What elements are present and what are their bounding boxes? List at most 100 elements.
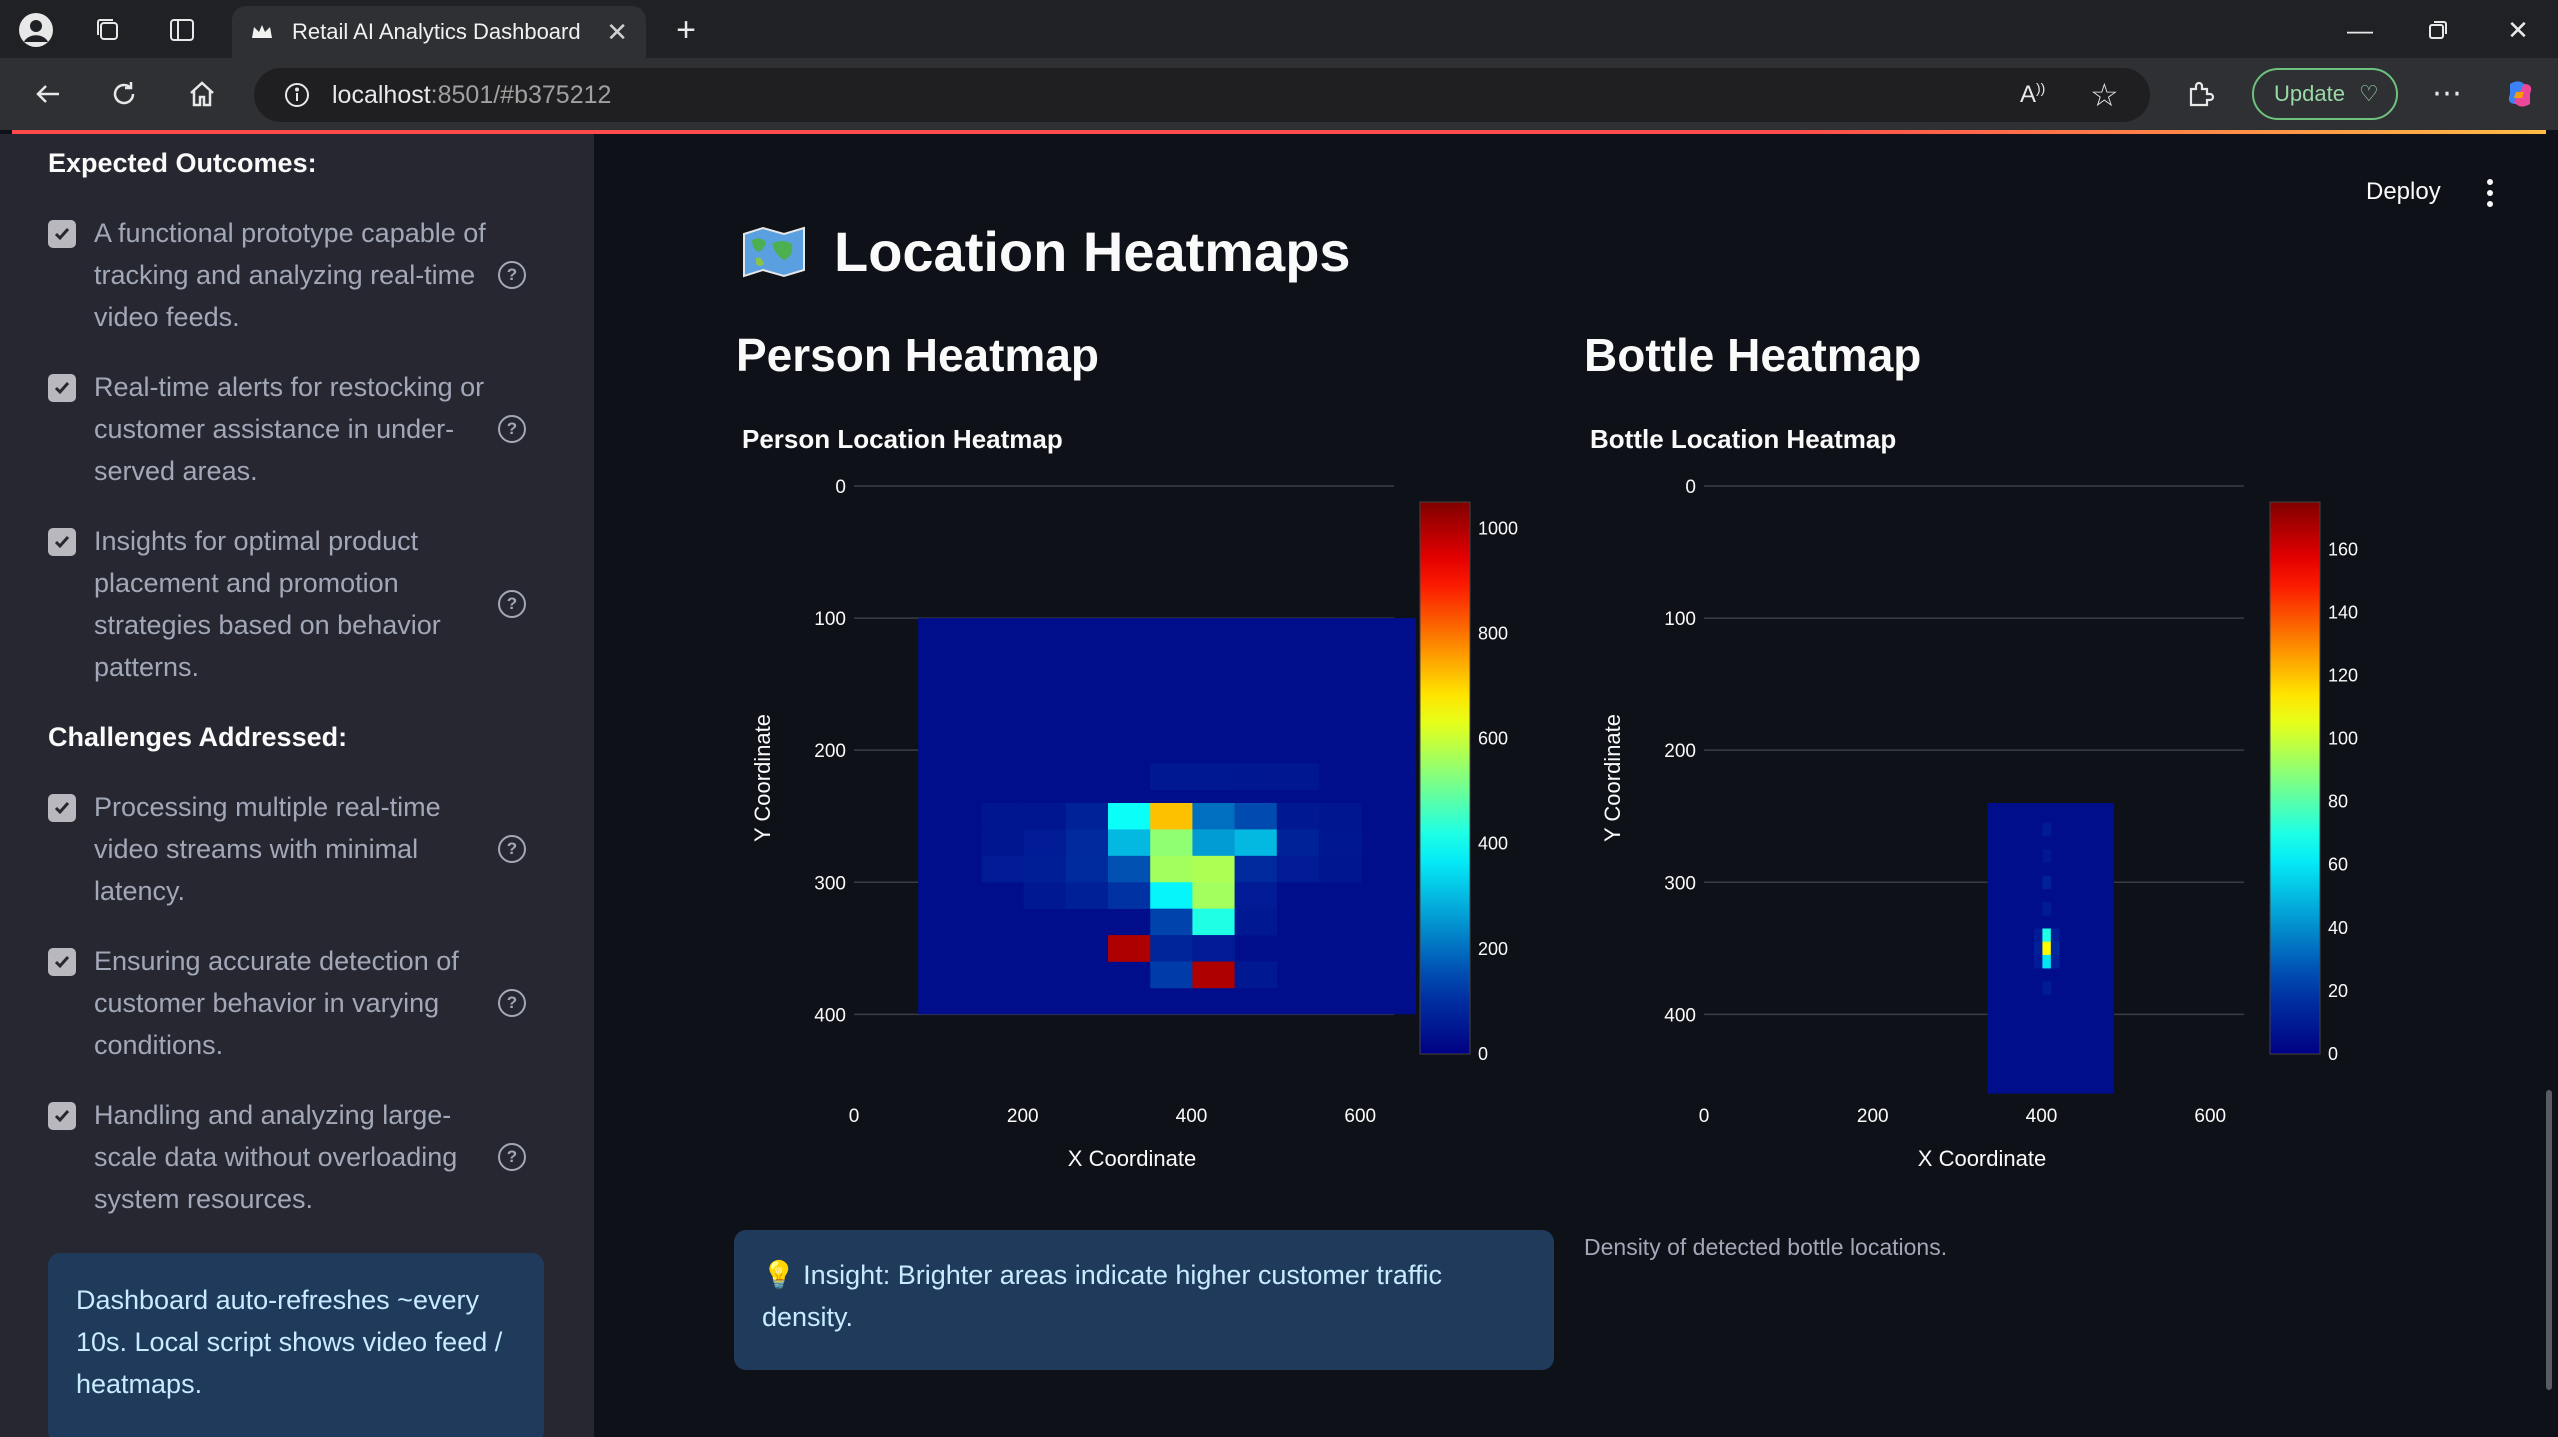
- heatmap-cell: [1234, 961, 1278, 989]
- help-tooltip-icon[interactable]: ?: [498, 261, 526, 289]
- restore-icon[interactable]: [2418, 12, 2458, 48]
- colorbar-tick-label: 60: [2328, 855, 2348, 875]
- help-tooltip-icon[interactable]: ?: [498, 989, 526, 1017]
- profile-avatar-icon[interactable]: [16, 10, 56, 50]
- heatmap-cell: [1192, 855, 1235, 883]
- x-tick-label: 400: [1176, 1106, 1208, 1127]
- minimize-icon[interactable]: —: [2340, 12, 2380, 48]
- heatmap-cell: [1023, 855, 1067, 883]
- close-window-icon[interactable]: ✕: [2498, 12, 2538, 48]
- checkbox[interactable]: [48, 374, 76, 402]
- colorbar-tick-label: 120: [2328, 665, 2358, 685]
- read-aloud-icon[interactable]: A)): [2020, 80, 2045, 109]
- back-icon[interactable]: [28, 74, 68, 114]
- checkbox[interactable]: [48, 948, 76, 976]
- x-tick-label: 200: [1007, 1106, 1039, 1127]
- heatmap-cell: [2042, 849, 2052, 863]
- tab-retail-dashboard[interactable]: Retail AI Analytics Dashboard ✕: [232, 6, 646, 58]
- update-button[interactable]: Update ♡: [2252, 68, 2398, 120]
- heatmap-cell: [2033, 928, 2043, 942]
- x-tick-label: 600: [2194, 1106, 2226, 1127]
- bottle-caption: Density of detected bottle locations.: [1584, 1234, 1948, 1260]
- site-info-icon[interactable]: [284, 82, 310, 108]
- tab-close-icon[interactable]: ✕: [606, 17, 628, 48]
- bottle-heatmap-chart[interactable]: 01002003004000 200 400 600X CoordinateY Coo…: [1584, 460, 2404, 1180]
- heatmap-cell: [1150, 961, 1193, 989]
- colorbar: [2269, 501, 2321, 1055]
- heatmap-cell: [1276, 855, 1320, 883]
- colorbar-tick-label: 100: [2328, 729, 2358, 749]
- colorbar-tick-label: 1000: [1478, 518, 1518, 538]
- heatmap-cell: [1023, 882, 1067, 909]
- x-tick-label: 600: [1344, 1106, 1376, 1127]
- outcomes-heading: Expected Outcomes:: [48, 148, 317, 178]
- workspaces-icon[interactable]: [88, 10, 128, 50]
- heatmap-cell: [1065, 803, 1109, 830]
- heatmap-cell: [1150, 855, 1193, 883]
- challenge-text: Processing multiple real-time video strea…: [94, 792, 441, 906]
- checkbox[interactable]: [48, 528, 76, 556]
- person-heatmap-subtitle: Person Heatmap: [736, 329, 1100, 381]
- colorbar-tick-label: 400: [1478, 834, 1508, 854]
- colorbar-tick-label: 160: [2328, 539, 2358, 559]
- copilot-icon[interactable]: [2502, 76, 2538, 112]
- deploy-button[interactable]: Deploy: [2366, 178, 2441, 206]
- heatmap-cell: [1234, 803, 1278, 830]
- heatmap-cell: [2042, 954, 2052, 969]
- extensions-icon[interactable]: [2180, 74, 2220, 114]
- new-tab-icon[interactable]: +: [666, 10, 706, 50]
- checkbox[interactable]: [48, 794, 76, 822]
- x-tick-label: 0: [1699, 1106, 1710, 1127]
- reload-icon[interactable]: [104, 74, 144, 114]
- y-tick-label: 0: [1685, 477, 1696, 498]
- heatmap-cell: [1234, 829, 1278, 857]
- heatmap-cell: [1276, 829, 1320, 857]
- main-menu-icon[interactable]: [2480, 176, 2500, 210]
- heatmap-cell: [1318, 829, 1362, 857]
- heatmap-cell: [2042, 822, 2052, 837]
- heatmap-cell: [2042, 928, 2052, 942]
- x-axis-title: X Coordinate: [1068, 1146, 1196, 1171]
- streamlit-crown-icon: [252, 25, 272, 38]
- checkbox[interactable]: [48, 220, 76, 248]
- challenge-text: Ensuring accurate detection of customer b…: [94, 946, 459, 1060]
- heatmap-cell: [1234, 908, 1278, 936]
- y-axis-title: Y Coordinate: [750, 714, 775, 842]
- heatmap-cell: [1276, 803, 1320, 830]
- heatmap-cell: [1023, 829, 1067, 857]
- help-tooltip-icon[interactable]: ?: [498, 835, 526, 863]
- y-tick-label: 200: [1664, 741, 1696, 762]
- address-bar[interactable]: localhost:8501/#b375212 A)) ☆: [254, 68, 2150, 122]
- y-tick-label: 100: [814, 609, 846, 630]
- tab-title: Retail AI Analytics Dashboard: [292, 19, 581, 44]
- heatmap-cell: [1023, 803, 1067, 830]
- colorbar-tick-label: 20: [2328, 981, 2348, 1001]
- heatmap-cell: [1150, 763, 1193, 791]
- more-options-icon[interactable]: ⋯: [2432, 76, 2462, 111]
- favorite-star-icon[interactable]: ☆: [2090, 76, 2119, 114]
- browser-tab-bar: Retail AI Analytics Dashboard ✕ + — ✕: [0, 0, 2558, 58]
- heatmap-cell: [1192, 935, 1235, 962]
- help-tooltip-icon[interactable]: ?: [498, 415, 526, 443]
- heatmap-cell: [1192, 763, 1235, 791]
- colorbar-tick-label: 40: [2328, 918, 2348, 938]
- heatmap-cell: [981, 829, 1024, 857]
- home-icon[interactable]: [182, 74, 222, 114]
- heatmap-cell: [1192, 829, 1235, 857]
- help-tooltip-icon[interactable]: ?: [498, 1143, 526, 1171]
- colorbar-tick-label: 800: [1478, 623, 1508, 643]
- heatmap-cell: [2042, 875, 2052, 890]
- heatmap-cell: [1150, 829, 1193, 857]
- heatmap-cell: [2033, 954, 2043, 969]
- main-scrollbar[interactable]: [2546, 1090, 2552, 1390]
- heatmap-cell: [1234, 855, 1278, 883]
- y-tick-label: 100: [1664, 609, 1696, 630]
- heart-update-icon: ♡: [2358, 81, 2379, 106]
- heatmap-cell: [1192, 961, 1235, 989]
- sidebar: Expected Outcomes: A functional prototyp…: [0, 134, 594, 1437]
- help-tooltip-icon[interactable]: ?: [498, 590, 526, 618]
- checkbox[interactable]: [48, 1102, 76, 1130]
- challenges-heading: Challenges Addressed:: [48, 722, 348, 752]
- person-heatmap-chart[interactable]: 0 100 200 300 400 0 200 400 600 X Coordinate Y Coo…: [734, 460, 1554, 1180]
- tab-actions-icon[interactable]: [162, 10, 202, 50]
